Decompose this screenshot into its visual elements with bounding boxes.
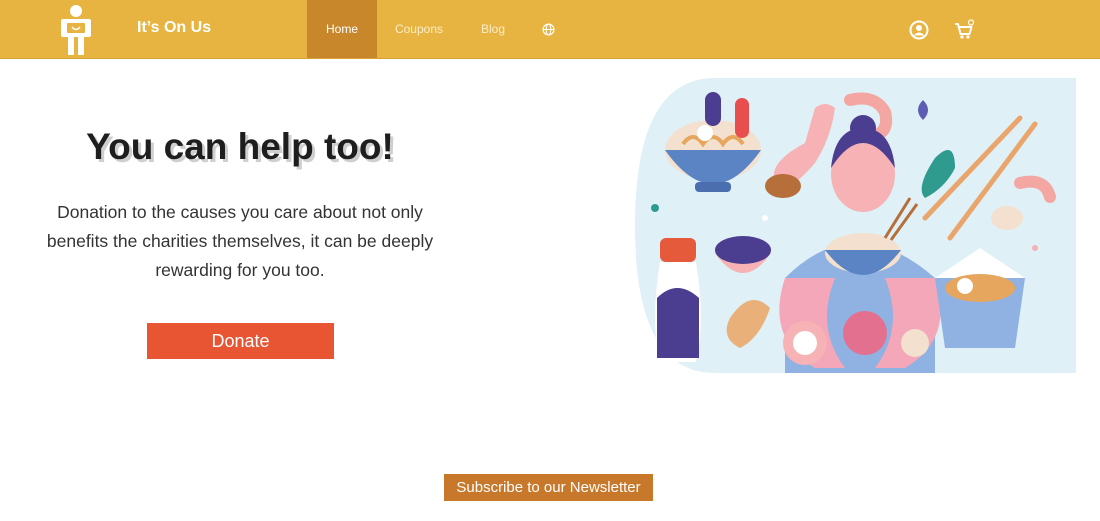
- ramen-illustration: [635, 78, 1076, 373]
- sauce-bottle-illustration: [655, 238, 701, 362]
- donate-button[interactable]: Donate: [147, 323, 334, 359]
- nav-home[interactable]: Home: [307, 0, 377, 58]
- logo-icon[interactable]: [58, 4, 94, 56]
- nav-coupons[interactable]: Coupons: [384, 0, 454, 58]
- newsletter-button[interactable]: Subscribe to our Newsletter: [444, 474, 653, 501]
- globe-icon: [542, 23, 554, 36]
- brand-name[interactable]: It’s On Us: [137, 19, 211, 37]
- top-navbar: It’s On Us Home Coupons Blog: [0, 0, 1100, 59]
- user-circle-icon[interactable]: [908, 19, 930, 41]
- hero-description: Donation to the causes you care about no…: [46, 202, 434, 280]
- language-button[interactable]: [537, 0, 559, 58]
- nav-blog[interactable]: Blog: [467, 0, 519, 58]
- shopping-cart-icon[interactable]: [953, 19, 975, 41]
- hero-title: You can help too!: [86, 126, 394, 167]
